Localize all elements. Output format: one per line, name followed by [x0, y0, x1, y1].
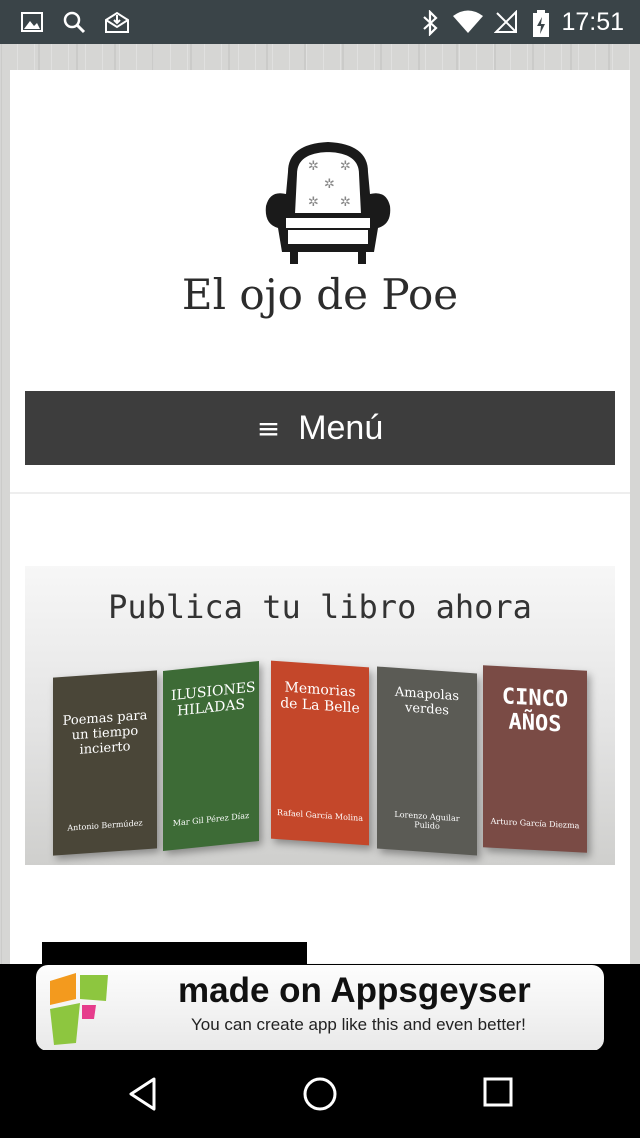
book-title: CINCO AÑOS — [501, 684, 569, 738]
battery-charging-icon — [533, 10, 549, 37]
status-bar: 17:51 — [0, 0, 640, 44]
svg-text:✲: ✲ — [308, 159, 319, 174]
svg-text:✲: ✲ — [308, 195, 319, 210]
book-title: Amapolas verdes — [394, 684, 460, 719]
no-signal-icon — [494, 10, 517, 33]
menu-button[interactable]: ≡ Menú — [25, 391, 615, 465]
book-author: Antonio Bermúdez — [67, 818, 143, 833]
banner-title: Publica tu libro ahora — [108, 588, 532, 626]
divider — [10, 492, 630, 494]
book-cover: Amapolas verdes Lorenzo Aguilar Pulido — [377, 666, 477, 856]
site-title[interactable]: El ojo de Poe — [10, 270, 630, 319]
svg-text:✲: ✲ — [340, 159, 351, 174]
book-cover: CINCO AÑOS Arturo García Diezma — [483, 665, 587, 853]
hamburger-icon: ≡ — [256, 411, 281, 445]
recents-icon[interactable] — [482, 1076, 514, 1108]
ad-zone: made on Appsgeyser You can create app li… — [0, 964, 640, 1051]
book-author: Lorenzo Aguilar Pulido — [394, 809, 460, 831]
ad-title: made on Appsgeyser — [178, 971, 531, 1010]
appsgeyser-ad[interactable]: made on Appsgeyser You can create app li… — [36, 965, 604, 1051]
book-author: Rafael García Molina — [277, 807, 363, 824]
image-icon — [21, 12, 43, 32]
home-icon[interactable] — [302, 1076, 338, 1112]
content-heading-bar — [42, 942, 307, 964]
publish-banner[interactable]: Publica tu libro ahora Poemas para un ti… — [25, 566, 615, 865]
book-cover: ILUSIONES HILADAS Mar Gil Pérez Díaz — [163, 660, 259, 852]
search-icon — [63, 11, 86, 34]
bluetooth-icon — [423, 10, 438, 36]
wifi-icon — [453, 10, 483, 33]
book-author: Mar Gil Pérez Díaz — [172, 810, 250, 829]
back-icon[interactable] — [126, 1076, 160, 1112]
book-title: ILUSIONES HILADAS — [171, 679, 256, 720]
book-cover: Poemas para un tiempo incierto Antonio B… — [53, 670, 157, 856]
status-time: 17:51 — [561, 8, 624, 36]
appsgeyser-logo-icon — [50, 973, 108, 1045]
mail-download-icon — [105, 11, 129, 33]
book-title: Poemas para un tiempo incierto — [62, 708, 148, 758]
menu-label: Menú — [298, 408, 384, 447]
book-author: Arturo García Diezma — [490, 816, 580, 831]
svg-text:✲: ✲ — [324, 177, 335, 192]
page-content: ✲ ✲ ✲ ✲ ✲ El ojo de Poe ≡ Menú Publica tu … — [10, 70, 630, 964]
book-cover: Memorias de La Belle Rafael García Molin… — [271, 660, 369, 846]
armchair-logo[interactable]: ✲ ✲ ✲ ✲ ✲ — [258, 132, 398, 272]
ad-subtitle: You can create app like this and even be… — [191, 1015, 526, 1034]
book-title: Memorias de La Belle — [280, 679, 360, 717]
navigation-bar — [0, 1050, 640, 1138]
svg-text:✲: ✲ — [340, 195, 351, 210]
